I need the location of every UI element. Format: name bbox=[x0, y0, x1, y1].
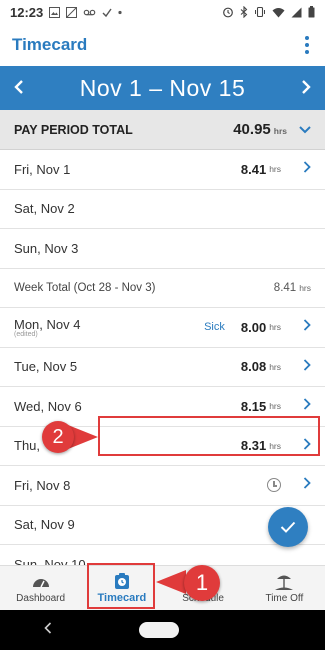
dot-icon bbox=[118, 10, 122, 14]
chevron-right-icon[interactable] bbox=[289, 358, 311, 376]
day-row-nov-1[interactable]: Fri, Nov 1 8.41 hrs bbox=[0, 150, 325, 190]
week-total-row: Week Total (Oct 28 - Nov 3) 8.41 hrs bbox=[0, 269, 325, 308]
chevron-right-icon[interactable] bbox=[297, 77, 315, 100]
hrs-unit: hrs bbox=[269, 361, 281, 372]
week-total-hours: 8.41 bbox=[273, 281, 297, 294]
day-date: Sat, Nov 2 bbox=[14, 201, 75, 217]
checkmark-icon bbox=[280, 521, 296, 533]
pay-period-total[interactable]: PAY PERIOD TOTAL 40.95 hrs bbox=[0, 110, 325, 150]
cell-signal-icon bbox=[291, 7, 302, 17]
day-row-nov-3[interactable]: Sun, Nov 3 bbox=[0, 229, 325, 269]
check-icon bbox=[102, 8, 112, 17]
approve-fab-button[interactable] bbox=[268, 507, 308, 547]
day-hours: 8.41 bbox=[240, 161, 267, 177]
week-total-label: Week Total (Oct 28 - Nov 3) bbox=[14, 281, 156, 294]
chevron-right-icon[interactable] bbox=[289, 397, 311, 415]
app-bar: Timecard bbox=[0, 24, 325, 66]
app-title: Timecard bbox=[12, 35, 88, 54]
day-row-nov-5[interactable]: Tue, Nov 5 8.08 hrs bbox=[0, 348, 325, 387]
period-title: Nov 1 – Nov 15 bbox=[79, 74, 246, 101]
day-hours: 8.08 bbox=[240, 359, 267, 375]
day-date: Tue, Nov 5 bbox=[14, 359, 78, 375]
day-date: Fri, Nov 1 bbox=[14, 161, 71, 177]
status-bar: 12:23 bbox=[0, 0, 325, 24]
callout-1-badge: 1 bbox=[184, 565, 220, 601]
day-date: Fri, Nov 8 bbox=[14, 477, 71, 493]
callout-1-pointer bbox=[156, 570, 186, 594]
sick-tag: Sick bbox=[204, 321, 225, 334]
battery-icon bbox=[308, 6, 315, 18]
more-options-icon[interactable] bbox=[301, 32, 313, 58]
nav-dashboard-label: Dashboard bbox=[16, 592, 66, 604]
back-icon[interactable] bbox=[43, 621, 52, 639]
day-row-nov-2[interactable]: Sat, Nov 2 bbox=[0, 190, 325, 229]
period-header: Nov 1 – Nov 15 bbox=[0, 66, 325, 110]
voicemail-icon bbox=[83, 9, 96, 15]
day-date: Sun, Nov 3 bbox=[14, 240, 79, 256]
highlight-box-thu-row bbox=[98, 416, 320, 456]
chevron-left-icon[interactable] bbox=[10, 77, 28, 100]
pay-period-label: PAY PERIOD TOTAL bbox=[14, 122, 133, 137]
nav-time-off-label: Time Off bbox=[265, 592, 304, 604]
chevron-right-icon[interactable] bbox=[289, 318, 311, 336]
highlight-box-timecard-tab bbox=[87, 563, 155, 609]
hrs-unit: hrs bbox=[269, 322, 281, 333]
nav-dashboard[interactable]: Dashboard bbox=[0, 566, 81, 610]
hrs-unit: hrs bbox=[273, 126, 287, 136]
hrs-unit: hrs bbox=[269, 164, 281, 175]
day-date: Sat, Nov 9 bbox=[14, 517, 75, 533]
image-notification-icon bbox=[49, 6, 61, 18]
chevron-right-icon[interactable] bbox=[289, 160, 311, 178]
bluetooth-icon bbox=[240, 6, 248, 18]
day-hours: 8.00 bbox=[240, 319, 267, 335]
status-time: 12:23 bbox=[10, 4, 44, 20]
day-date: Thu, bbox=[14, 438, 41, 454]
nav-time-off[interactable]: Time Off bbox=[244, 566, 325, 610]
chevron-down-icon[interactable] bbox=[299, 123, 311, 137]
day-date: Mon, Nov 4 bbox=[14, 316, 81, 332]
vibrate-icon bbox=[255, 6, 265, 18]
callout-2-badge: 2 bbox=[42, 421, 74, 453]
clock-icon bbox=[267, 478, 281, 493]
system-icons bbox=[222, 6, 315, 18]
hrs-unit: hrs bbox=[299, 282, 311, 293]
alarm-icon bbox=[223, 7, 233, 18]
day-date: Wed, Nov 6 bbox=[14, 398, 82, 414]
gauge-icon bbox=[31, 573, 51, 591]
edited-note: (edited) bbox=[14, 330, 38, 338]
beach-icon bbox=[274, 573, 294, 591]
chevron-right-icon[interactable] bbox=[289, 476, 311, 494]
no-signal-icon bbox=[66, 6, 78, 18]
home-button[interactable] bbox=[138, 622, 179, 638]
notification-icons bbox=[49, 6, 122, 18]
day-row-nov-4[interactable]: Mon, Nov 4 (edited) Sick 8.00 hrs bbox=[0, 308, 325, 348]
system-nav-bar bbox=[0, 610, 325, 650]
day-hours: 8.15 bbox=[240, 398, 267, 414]
wifi-icon bbox=[272, 7, 285, 17]
day-row-nov-8[interactable]: Fri, Nov 8 bbox=[0, 466, 325, 506]
pay-period-value: 40.95 hrs bbox=[233, 121, 287, 138]
hrs-unit: hrs bbox=[269, 401, 281, 412]
